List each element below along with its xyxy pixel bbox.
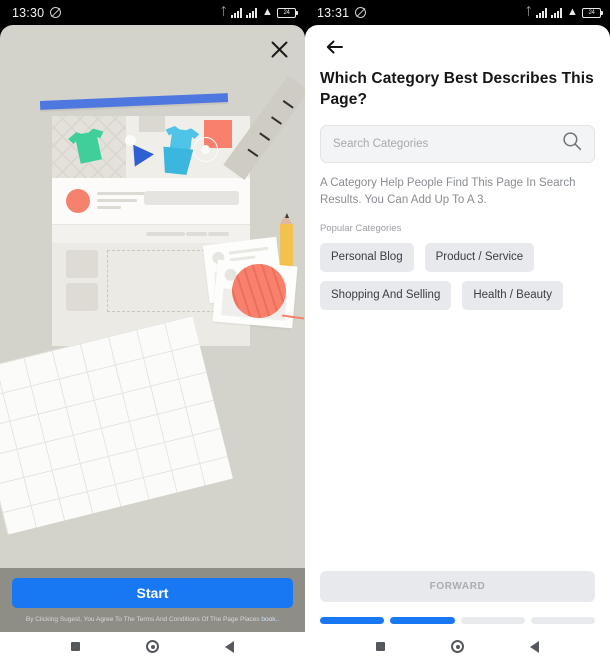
do-not-disturb-icon [355, 7, 367, 18]
status-time: 13:31 [317, 5, 350, 20]
placeholder-line [97, 206, 121, 209]
right-screen-header [305, 25, 610, 69]
placeholder-line [228, 246, 269, 255]
blue-bar-shape [39, 93, 229, 110]
left-screen-header [0, 25, 305, 73]
left-status-bar: 13:30 ᛏ 24 [0, 0, 305, 25]
avatar [66, 189, 90, 213]
target-ring-icon [193, 137, 218, 162]
play-button-icon [133, 143, 155, 167]
hero-notch [139, 116, 165, 132]
close-icon[interactable] [265, 35, 293, 63]
do-not-disturb-icon [50, 7, 62, 18]
home-circle-icon[interactable] [451, 640, 464, 653]
chip-health-beauty[interactable]: Health / Beauty [462, 280, 563, 310]
mockup-profile-row [52, 178, 250, 224]
right-phone: 13:31 ᛏ 24 Wh [305, 0, 610, 661]
chip-product-service[interactable]: Product / Service [424, 243, 535, 272]
signal-bars-icon-2 [551, 7, 562, 18]
signal-bars-icon-2 [246, 7, 257, 18]
search-input[interactable] [333, 137, 554, 150]
legal-link[interactable]: book.. [261, 616, 279, 623]
chip-shopping-and-selling[interactable]: Shopping And Selling [320, 280, 452, 310]
status-time: 13:30 [12, 5, 45, 20]
search-categories-box[interactable] [320, 124, 595, 163]
page-title: Which Category Best Describes This Page? [320, 70, 594, 108]
progress-segment-4 [530, 617, 595, 624]
battery-level: 24 [588, 9, 595, 16]
right-status-bar: 13:31 ᛏ 24 [305, 0, 610, 25]
search-icon[interactable] [562, 131, 582, 156]
bluetooth-icon: ᛏ [220, 6, 227, 18]
popular-categories-label: Popular Categories [320, 223, 402, 235]
recents-square-icon[interactable] [376, 642, 385, 651]
mockup-thumbnail [66, 283, 98, 311]
chip-personal-blog[interactable]: Personal Blog [320, 243, 414, 272]
mockup-tab [208, 232, 229, 236]
back-triangle-icon[interactable] [225, 640, 234, 653]
graph-paper-sheet [0, 315, 233, 535]
home-circle-icon[interactable] [146, 640, 159, 653]
left-footer: Start By Clicking Sugest, You Agree To T… [0, 567, 305, 632]
signal-bars-icon [536, 7, 547, 18]
mockup-search-pill [144, 191, 239, 205]
mockup-thumbnail [66, 250, 98, 278]
yarn-ball-icon [232, 264, 286, 318]
wifi-icon [261, 6, 273, 18]
status-bar-left: 13:30 [12, 5, 62, 20]
mockup-tab [186, 232, 207, 236]
signal-bars-icon [231, 7, 242, 18]
progress-segment-2 [390, 617, 455, 624]
forward-button[interactable]: FORWARD [320, 571, 595, 602]
battery-level: 24 [283, 9, 290, 16]
legal-text: By Clicking Sugest, You Agree To The Ter… [12, 615, 293, 624]
progress-segment-1 [320, 617, 385, 624]
battery-icon: 24 [582, 7, 603, 18]
right-nav-bar [305, 632, 610, 661]
pencil-lead [284, 213, 289, 218]
mockup-hero [52, 116, 250, 178]
left-screen: Start By Clicking Sugest, You Agree To T… [0, 25, 305, 632]
category-description: A Category Help People Find This Page In… [320, 176, 576, 207]
right-footer: FORWARD [305, 571, 610, 632]
page-creation-illustration [0, 73, 305, 568]
battery-icon: 24 [277, 7, 298, 18]
placeholder-line [97, 199, 137, 202]
right-screen-body: Which Category Best Describes This Page?… [305, 69, 610, 571]
dual-phone-screenshot: 13:30 ᛏ 24 [0, 0, 610, 661]
left-nav-bar [0, 632, 305, 661]
right-screen: Which Category Best Describes This Page?… [305, 25, 610, 632]
status-bar-right: ᛏ 24 [525, 6, 603, 18]
left-phone: 13:30 ᛏ 24 [0, 0, 305, 661]
arrow-left-icon[interactable] [321, 34, 347, 60]
status-bar-left: 13:31 [317, 5, 367, 20]
progress-segment-3 [460, 617, 525, 624]
mockup-tab [164, 232, 185, 236]
popular-categories-chips: Personal Blog Product / Service Shopping… [320, 243, 595, 310]
mockup-tab-row [52, 224, 250, 243]
bluetooth-icon: ᛏ [525, 6, 532, 18]
start-button[interactable]: Start [12, 577, 293, 608]
legal-text-body: By Clicking Sugest, You Agree To The Ter… [25, 615, 260, 623]
wifi-icon [566, 6, 578, 18]
status-bar-right: ᛏ 24 [220, 6, 298, 18]
progress-indicator [320, 617, 595, 624]
recents-square-icon[interactable] [71, 642, 80, 651]
back-triangle-icon[interactable] [530, 640, 539, 653]
